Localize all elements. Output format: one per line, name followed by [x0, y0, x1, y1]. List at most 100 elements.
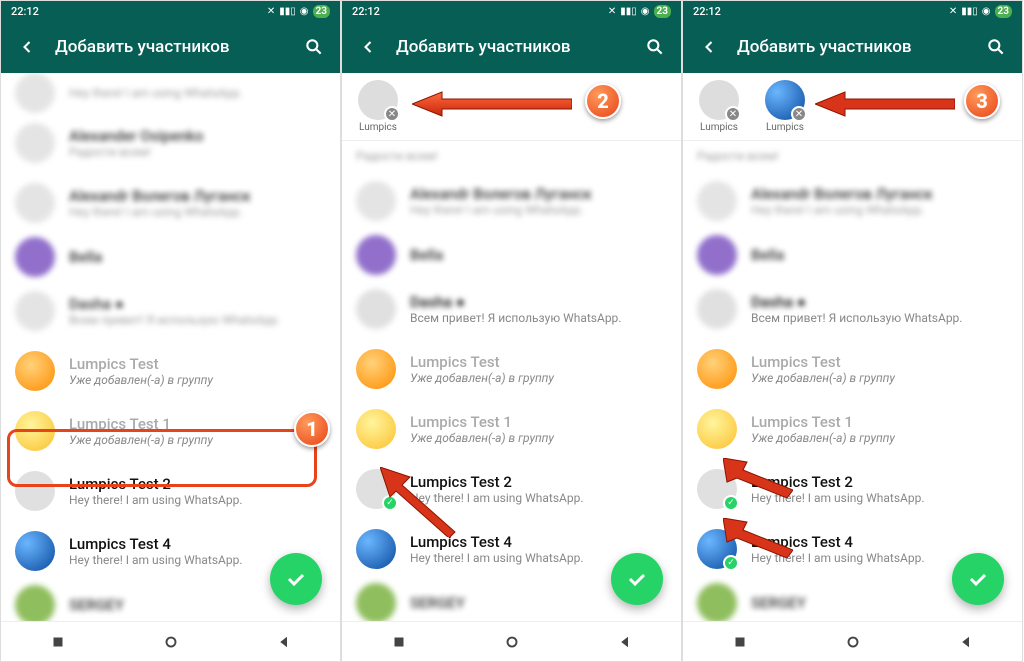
- avatar: [15, 411, 55, 451]
- contact-row[interactable]: Lumpics Test 1 Уже добавлен(-а) в группу: [1, 401, 340, 461]
- contact-row[interactable]: Bella: [683, 231, 1022, 279]
- nav-bar: [683, 621, 1022, 661]
- avatar: [15, 585, 55, 621]
- back-button[interactable]: [350, 29, 386, 65]
- contact-status: Уже добавлен(-а) в группу: [69, 373, 326, 387]
- contact-name: Lumpics Test 1: [69, 415, 326, 433]
- signal-icon: ▮▮▯: [279, 6, 296, 17]
- contact-name: Lumpics Test: [410, 353, 667, 371]
- check-icon: [625, 567, 649, 591]
- status-icons: ✕ ▮▮▯ ◉ 23: [949, 5, 1012, 18]
- search-button[interactable]: [978, 29, 1014, 65]
- chip-remove-button[interactable]: ✕: [725, 106, 741, 122]
- contact-status: Hey there! I am using WhatsApp.: [69, 205, 326, 219]
- contact-name: Dasha ●: [410, 293, 667, 311]
- status-bar: 22:12 ✕ ▮▮▯ ◉ 23: [683, 1, 1022, 21]
- recent-apps-button[interactable]: [390, 633, 408, 651]
- home-button[interactable]: [162, 633, 180, 651]
- contact-name: Lumpics Test 1: [410, 413, 667, 431]
- chip-avatar: ✕: [765, 80, 805, 120]
- annotation-badge-2: 2: [585, 83, 621, 119]
- confirm-fab[interactable]: [952, 553, 1004, 605]
- avatar: [15, 73, 55, 113]
- selected-participants-row: ✕ Lumpics: [342, 73, 681, 141]
- contact-row-lumpics-test-2[interactable]: ✓ Lumpics Test 2 Hey there! I am using W…: [342, 459, 681, 519]
- contact-list[interactable]: Радости всем! Alexandr Волегов Луганск H…: [342, 141, 681, 621]
- back-button[interactable]: [9, 29, 45, 65]
- contact-row[interactable]: Lumpics Test Уже добавлен(-а) в группу: [683, 339, 1022, 399]
- home-button[interactable]: [503, 633, 521, 651]
- contact-name: Lumpics Test 2: [69, 475, 326, 493]
- confirm-fab[interactable]: [270, 553, 322, 605]
- screen-3: 22:12 ✕ ▮▮▯ ◉ 23 Добавить участников ✕ L…: [682, 0, 1023, 662]
- contact-name: Bella: [410, 246, 667, 264]
- contact-row[interactable]: Lumpics Test Уже добавлен(-а) в группу: [1, 341, 340, 401]
- recent-apps-button[interactable]: [49, 633, 67, 651]
- back-nav-button[interactable]: [275, 633, 293, 651]
- recent-apps-button[interactable]: [731, 633, 749, 651]
- selected-chip[interactable]: ✕ Lumpics: [352, 80, 404, 133]
- contact-list[interactable]: Hey there! I am using WhatsApp. Alexande…: [1, 73, 340, 621]
- chip-label: Lumpics: [766, 122, 804, 133]
- chip-remove-button[interactable]: ✕: [791, 106, 807, 122]
- check-icon: [966, 567, 990, 591]
- dnd-icon: ✕: [267, 6, 275, 17]
- dnd-icon: ✕: [608, 6, 616, 17]
- selected-chip[interactable]: ✕ Lumpics: [693, 80, 745, 133]
- chip-label: Lumpics: [700, 122, 738, 133]
- contact-row[interactable]: Lumpics Test 1 Уже добавлен(-а) в группу: [342, 399, 681, 459]
- contact-row[interactable]: Lumpics Test Уже добавлен(-а) в группу: [342, 339, 681, 399]
- contact-status: Hey there! I am using WhatsApp.: [751, 203, 1008, 217]
- home-button[interactable]: [844, 633, 862, 651]
- contact-status: Hey there! I am using WhatsApp.: [69, 493, 326, 507]
- avatar: [15, 237, 55, 277]
- contact-row[interactable]: Alexandr Волегов Луганск Hey there! I am…: [683, 171, 1022, 231]
- contact-row[interactable]: Радости всем!: [683, 141, 1022, 171]
- contact-row[interactable]: Alexander Osipenko Радости всем!: [1, 113, 340, 173]
- contact-row[interactable]: Dasha ● Всем привет! Я использую WhatsAp…: [683, 279, 1022, 339]
- contact-name: Alexander Osipenko: [69, 127, 326, 145]
- avatar: ✓: [356, 469, 396, 509]
- status-time: 22:12: [693, 5, 721, 18]
- contact-status: Hey there! I am using WhatsApp.: [751, 491, 1008, 505]
- contact-row-lumpics-test-2[interactable]: Lumpics Test 2 Hey there! I am using Wha…: [1, 461, 340, 521]
- selected-chip[interactable]: ✕ Lumpics: [759, 80, 811, 133]
- chip-avatar: ✕: [699, 80, 739, 120]
- contact-name: Bella: [69, 248, 326, 266]
- avatar: [15, 351, 55, 391]
- contact-row[interactable]: Alexandr Волегов Луганск Hey there! I am…: [1, 173, 340, 233]
- back-button[interactable]: [691, 29, 727, 65]
- back-nav-button[interactable]: [957, 633, 975, 651]
- contact-row[interactable]: Lumpics Test 1 Уже добавлен(-а) в группу: [683, 399, 1022, 459]
- avatar: [15, 183, 55, 223]
- contact-status: Уже добавлен(-а) в группу: [751, 371, 1008, 385]
- arrow-left-icon: [699, 37, 719, 57]
- confirm-fab[interactable]: [611, 553, 663, 605]
- contact-row[interactable]: Bella: [342, 231, 681, 279]
- avatar: [15, 291, 55, 331]
- battery-badge: 23: [654, 5, 671, 18]
- contact-row[interactable]: Alexandr Волегов Луганск Hey there! I am…: [342, 171, 681, 231]
- status-bar: 22:12 ✕ ▮▮▯ ◉ 23: [342, 1, 681, 21]
- chip-remove-button[interactable]: ✕: [384, 106, 400, 122]
- contact-name: Bella: [751, 246, 1008, 264]
- back-nav-button[interactable]: [616, 633, 634, 651]
- avatar: [356, 529, 396, 569]
- contact-row[interactable]: Dasha ● Всем привет! Я использую WhatsAp…: [342, 279, 681, 339]
- contact-list[interactable]: Радости всем! Alexandr Волегов Луганск H…: [683, 141, 1022, 621]
- contact-row[interactable]: Радости всем!: [342, 141, 681, 171]
- contact-row[interactable]: Hey there! I am using WhatsApp.: [1, 73, 340, 113]
- status-icons: ✕ ▮▮▯ ◉ 23: [608, 5, 671, 18]
- avatar: [356, 583, 396, 621]
- avatar: [697, 349, 737, 389]
- dnd-icon: ✕: [949, 6, 957, 17]
- screen-2: 22:12 ✕ ▮▮▯ ◉ 23 Добавить участников ✕ L…: [341, 0, 682, 662]
- selected-check-icon: ✓: [723, 555, 739, 571]
- contact-row[interactable]: Bella: [1, 233, 340, 281]
- contact-row[interactable]: Dasha ● Всем привет! Я использую WhatsAp…: [1, 281, 340, 341]
- search-button[interactable]: [296, 29, 332, 65]
- search-button[interactable]: [637, 29, 673, 65]
- contact-row-lumpics-test-2[interactable]: ✓ Lumpics Test 2 Hey there! I am using W…: [683, 459, 1022, 519]
- avatar: [356, 289, 396, 329]
- contact-name: Alexandr Волегов Луганск: [751, 185, 1008, 203]
